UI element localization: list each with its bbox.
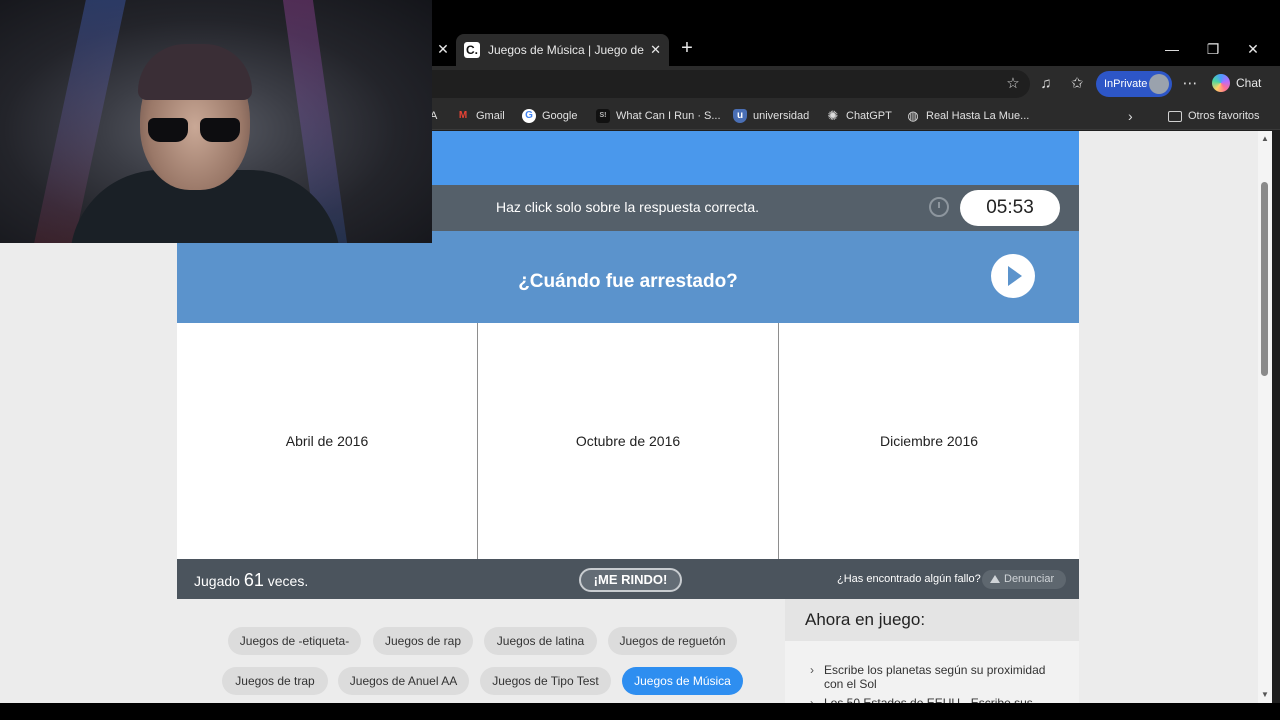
tab-close-icon[interactable]: ✕ — [650, 42, 661, 58]
tab-title: Juegos de Música | Juego de Anuel AA — [488, 43, 644, 57]
avatar — [1149, 74, 1169, 94]
played-count: 61 — [243, 570, 264, 590]
site-favicon-icon: C. — [464, 42, 480, 58]
google-icon: G — [522, 109, 536, 123]
bookmark-whatcanirun[interactable]: S! What Can I Run · S... — [596, 106, 721, 126]
bookmark-label: Real Hasta La Mue... — [926, 110, 1030, 122]
media-icon[interactable]: ♫ — [1036, 74, 1056, 94]
give-up-button[interactable]: ¡ME RINDO! — [579, 568, 682, 592]
tag-chip[interactable]: Juegos de rap — [373, 627, 473, 655]
minimize-button[interactable]: — — [1162, 40, 1182, 58]
bookmark-label: What Can I Run · S... — [616, 110, 721, 122]
other-favorites-label: Otros favoritos — [1188, 110, 1260, 122]
tag-chip[interactable]: Juegos de -etiqueta- — [228, 627, 361, 655]
question-text: ¿Cuándo fue arrestado? — [518, 271, 738, 292]
tag-chip[interactable]: Juegos de Tipo Test — [480, 667, 611, 695]
tab-active[interactable]: C. Juegos de Música | Juego de Anuel AA … — [456, 34, 669, 66]
bookmark-google[interactable]: G Google — [522, 106, 577, 126]
bookmark-real-hasta-la-muerte[interactable]: ◍ Real Hasta La Mue... — [906, 106, 1029, 126]
answer-option[interactable]: Octubre de 2016 — [478, 323, 779, 559]
openai-icon: ✺ — [827, 108, 839, 123]
other-favorites-folder[interactable]: Otros favoritos — [1168, 106, 1260, 126]
wcir-icon: S! — [596, 109, 610, 123]
tag-chip[interactable]: Juegos de latina — [484, 627, 597, 655]
webcam-overlay — [0, 0, 432, 243]
bookmark-gmail[interactable]: M Gmail — [456, 106, 505, 126]
webcam-person-hair — [138, 44, 252, 100]
copilot-chat-button[interactable]: Chat — [1212, 74, 1261, 92]
report-question: ¿Has encontrado algún fallo? — [837, 573, 981, 585]
answer-option[interactable]: Diciembre 2016 — [779, 323, 1079, 559]
bookmark-universidad[interactable]: u universidad — [733, 106, 809, 126]
tag-chip[interactable]: Juegos de Anuel AA — [338, 667, 469, 695]
tag-chip[interactable]: Juegos de trap — [222, 667, 328, 695]
report-button[interactable]: Denunciar — [982, 570, 1066, 589]
bookmark-label: universidad — [753, 110, 810, 122]
copilot-icon — [1212, 74, 1230, 92]
played-suffix: veces. — [267, 573, 309, 589]
bookmark-label: Google — [542, 110, 578, 122]
list-item[interactable]: › Escribe los planetas según su proximid… — [810, 663, 1050, 691]
bookmarks-more-icon[interactable]: › — [1128, 106, 1142, 126]
bookmark-label: ChatGPT — [846, 110, 892, 122]
answer-option[interactable]: Abril de 2016 — [177, 323, 478, 559]
played-count-text: Jugado 61 veces. — [194, 570, 308, 591]
new-tab-button[interactable]: + — [676, 38, 698, 60]
globe-icon: ◍ — [907, 108, 919, 123]
list-item-label: Escribe los planetas según su proximidad… — [824, 663, 1046, 691]
report-button-label: Denunciar — [1004, 573, 1055, 585]
webcam-sunglasses — [148, 118, 240, 144]
prev-tab-close-icon[interactable]: ✕ — [436, 40, 450, 58]
chevron-right-icon: › — [810, 663, 814, 677]
answer-options: Abril de 2016 Octubre de 2016 Diciembre … — [177, 323, 1079, 559]
inprivate-badge[interactable]: InPrivate — [1096, 71, 1172, 97]
timer: 05:53 — [960, 190, 1060, 226]
scrollbar-thumb[interactable] — [1261, 182, 1268, 376]
inprivate-label: InPrivate — [1104, 78, 1148, 90]
now-playing-title: Ahora en juego: — [805, 610, 926, 629]
bookmark-chatgpt[interactable]: ✺ ChatGPT — [826, 106, 892, 126]
screen-bottom-strip — [0, 703, 1280, 720]
scroll-down-icon[interactable]: ▼ — [1260, 690, 1270, 700]
more-menu-icon[interactable]: ⋯ — [1180, 74, 1200, 94]
played-prefix: Jugado — [194, 573, 240, 589]
shield-icon: u — [733, 109, 747, 123]
bookmark-label: Gmail — [476, 110, 505, 122]
chat-label: Chat — [1236, 76, 1262, 90]
warning-icon — [990, 575, 1000, 583]
tag-chip-active[interactable]: Juegos de Música — [622, 667, 743, 695]
clock-icon — [929, 197, 949, 217]
restore-button[interactable]: ❐ — [1203, 40, 1223, 58]
next-play-button[interactable] — [991, 254, 1035, 298]
instruction-text: Haz click solo sobre la respuesta correc… — [496, 199, 759, 215]
scroll-up-icon[interactable]: ▲ — [1260, 134, 1270, 144]
favorites-icon[interactable]: ✩ — [1067, 74, 1087, 94]
favorite-star-icon[interactable]: ☆ — [1003, 74, 1023, 94]
window-close-button[interactable]: ✕ — [1243, 40, 1263, 58]
folder-icon — [1168, 110, 1182, 122]
tag-chip[interactable]: Juegos de reguetón — [608, 627, 737, 655]
gmail-icon: M — [458, 110, 468, 121]
